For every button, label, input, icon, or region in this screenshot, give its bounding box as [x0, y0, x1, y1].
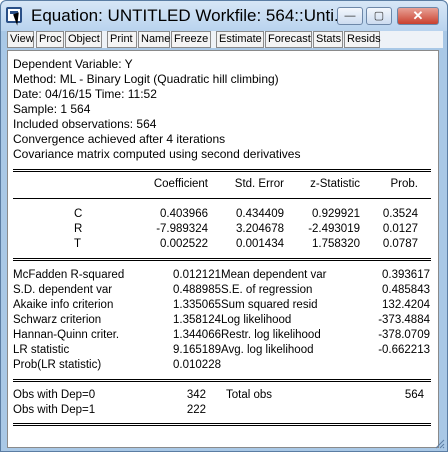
- close-button[interactable]: ✕: [397, 7, 439, 25]
- coef-row-var: C: [74, 208, 83, 220]
- stat-value: 132.4204: [382, 299, 430, 311]
- resids-button[interactable]: Resids: [344, 31, 381, 48]
- divider: [13, 171, 431, 172]
- output-pane[interactable]: Dependent Variable: Y Method: ML - Binar…: [7, 50, 439, 448]
- stat-value: 1.344066: [173, 329, 221, 341]
- estimate-button[interactable]: Estimate: [216, 31, 264, 48]
- coef-row-prob: 0.0787: [382, 238, 418, 250]
- stat-value: -378.0709: [378, 329, 430, 341]
- coef-row-var: R: [74, 223, 83, 235]
- title-bar[interactable]: Equation: UNTITLED Workfile: 564::Unti..…: [1, 1, 447, 31]
- obs-dep0-value: 342: [186, 389, 206, 401]
- divider: [13, 425, 431, 426]
- divider: [13, 423, 431, 424]
- divider: [13, 169, 431, 170]
- stat-value: 1.335065: [173, 299, 221, 311]
- stat-label: Prob(LR statistic): [13, 359, 102, 371]
- dependent-variable-line: Dependent Variable: Y: [13, 57, 133, 71]
- stat-label: McFadden R-squared: [13, 269, 125, 281]
- object-button[interactable]: Object: [65, 31, 102, 48]
- col-header-z-statistic: z-Statistic: [310, 178, 360, 190]
- stat-value: 0.488985: [173, 284, 221, 296]
- stat-label: Restr. log likelihood: [221, 329, 321, 341]
- coef-row-var: T: [74, 238, 82, 250]
- obs-dep1-label: Obs with Dep=1: [13, 404, 96, 416]
- stat-label: LR statistic: [13, 344, 70, 356]
- convergence-line: Convergence achieved after 4 iterations: [13, 132, 226, 146]
- total-obs-value: 564: [404, 389, 424, 401]
- print-button[interactable]: Print: [107, 31, 137, 48]
- stat-label: Akaike info criterion: [13, 299, 114, 311]
- stat-label: Mean dependent var: [221, 269, 327, 281]
- coef-row-std-error: 3.204678: [236, 223, 284, 235]
- maximize-button[interactable]: ▢: [366, 7, 392, 25]
- divider: [13, 198, 431, 199]
- sample-line: Sample: 1 564: [13, 102, 91, 116]
- date-line: Date: 04/16/15 Time: 11:52: [13, 87, 157, 101]
- stat-value: 0.393617: [382, 269, 430, 281]
- coef-row-z-statistic: 0.929921: [312, 208, 360, 220]
- window-title: Equation: UNTITLED Workfile: 564::Unti..…: [31, 6, 349, 25]
- freeze-button[interactable]: Freeze: [171, 31, 211, 48]
- divider: [13, 258, 431, 259]
- method-line: Method: ML - Binary Logit (Quadratic hil…: [13, 72, 279, 86]
- coef-row-std-error: 0.434409: [236, 208, 284, 220]
- obs-dep0-label: Obs with Dep=0: [13, 389, 96, 401]
- coef-row-prob: 0.0127: [382, 223, 418, 235]
- stat-value: 0.485843: [382, 284, 430, 296]
- observations-line: Included observations: 564: [13, 117, 157, 131]
- resize-grip-icon[interactable]: [433, 437, 445, 449]
- coef-row-std-error: 0.001434: [236, 238, 284, 250]
- stat-value: -0.662213: [378, 344, 430, 356]
- total-obs-label: Total obs: [226, 389, 273, 401]
- stat-label: Avg. log likelihood: [221, 344, 314, 356]
- coef-row-z-statistic: -2.493019: [308, 223, 360, 235]
- proc-button[interactable]: Proc: [36, 31, 64, 48]
- stat-label: Hannan-Quinn criter.: [13, 329, 120, 341]
- stat-value: 9.165189: [173, 344, 221, 356]
- stat-label: Sum squared resid: [221, 299, 318, 311]
- minimize-button[interactable]: —: [337, 7, 363, 25]
- stat-value: -373.4884: [378, 314, 430, 326]
- stat-value: 1.358124: [173, 314, 221, 326]
- coef-row-z-statistic: 1.758320: [312, 238, 360, 250]
- forecast-button[interactable]: Forecast: [265, 31, 312, 48]
- equation-window: Equation: UNTITLED Workfile: 564::Unti..…: [0, 0, 448, 452]
- name-button[interactable]: Name: [138, 31, 170, 48]
- stat-label: Schwarz criterion: [13, 314, 102, 326]
- stat-label: Log likelihood: [221, 314, 292, 326]
- divider: [13, 381, 431, 382]
- coef-row-coefficient: 0.002522: [160, 238, 208, 250]
- col-header-std-error: Std. Error: [234, 178, 284, 190]
- divider: [13, 379, 431, 380]
- divider: [13, 260, 431, 261]
- covariance-line: Covariance matrix computed using second …: [13, 147, 301, 161]
- stat-label: S.D. dependent var: [13, 284, 113, 296]
- coef-row-prob: 0.3524: [382, 208, 418, 220]
- stat-label: S.E. of regression: [221, 284, 313, 296]
- coef-row-coefficient: -7.989324: [156, 223, 208, 235]
- toolbar: View Proc Object Print Name Freeze Estim…: [7, 31, 443, 48]
- col-header-prob: Prob.: [390, 178, 419, 190]
- stat-value: 0.012121: [173, 269, 221, 281]
- stat-value: 0.010228: [173, 359, 221, 371]
- coef-row-coefficient: 0.403966: [160, 208, 208, 220]
- view-button[interactable]: View: [7, 31, 34, 48]
- obs-dep1-value: 222: [186, 404, 206, 416]
- col-header-coefficient: Coefficient: [153, 178, 208, 190]
- stats-button[interactable]: Stats: [313, 31, 343, 48]
